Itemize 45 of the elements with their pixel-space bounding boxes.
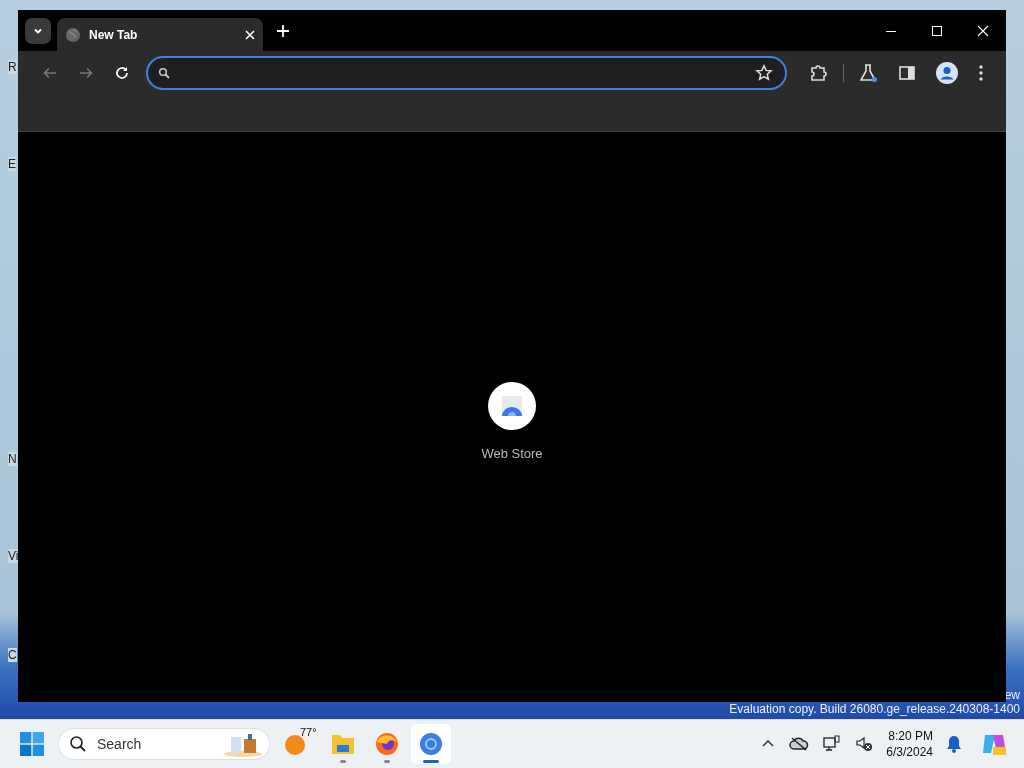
desktop-icon-label[interactable]: N <box>8 452 17 466</box>
speaker-muted-icon[interactable] <box>855 735 874 753</box>
browser-tab[interactable]: New Tab <box>57 18 263 51</box>
star-icon[interactable] <box>755 64 773 82</box>
flask-icon[interactable] <box>858 63 878 83</box>
globe-icon <box>65 26 81 43</box>
gift-boxes-drawing <box>223 731 263 757</box>
browser-circle-icon <box>418 732 443 756</box>
bell-icon[interactable] <box>946 735 962 753</box>
folder-icon <box>330 733 355 755</box>
search-icon <box>69 735 87 753</box>
cloud-off-icon[interactable] <box>789 736 810 752</box>
watermark-text: Evaluation copy. Build 26080.ge_release.240308-1400 <box>729 702 1020 716</box>
profile-avatar-icon[interactable] <box>936 62 958 84</box>
shortcut-tile[interactable] <box>488 381 536 430</box>
shortcut-label: Web Store <box>481 445 543 461</box>
temperature-text: 77° <box>300 726 317 738</box>
taskbar-app-button[interactable] <box>410 724 451 764</box>
desktop-icon-label[interactable]: E <box>8 157 16 171</box>
more-menu-icon[interactable] <box>978 64 984 82</box>
search-icon <box>158 67 170 79</box>
reload-icon[interactable] <box>114 65 130 81</box>
date-text: 6/3/2024 <box>886 744 933 760</box>
clock[interactable]: 8:20 PM 6/3/2024 <box>886 728 933 760</box>
forward-arrow-icon[interactable] <box>78 65 94 81</box>
desktop-icon-label[interactable]: R <box>8 60 17 74</box>
close-tab-icon[interactable] <box>245 29 255 40</box>
new-tab-icon[interactable] <box>277 24 289 37</box>
maximize-icon[interactable] <box>931 24 943 37</box>
weather-widget[interactable]: 77° <box>284 726 319 762</box>
taskbar-search-field[interactable]: Search <box>58 728 270 760</box>
puzzle-piece-icon[interactable] <box>809 63 829 83</box>
address-bar[interactable] <box>146 56 787 90</box>
windows-start-icon[interactable] <box>20 732 44 756</box>
monitor-icon[interactable] <box>823 735 842 753</box>
tab-title: New Tab <box>89 27 139 42</box>
side-panel-icon[interactable] <box>898 64 916 82</box>
back-arrow-icon[interactable] <box>42 65 58 81</box>
close-icon[interactable] <box>977 24 989 37</box>
desktop-icon-label[interactable]: C <box>8 648 17 662</box>
time-text: 8:20 PM <box>888 728 933 744</box>
web-store-icon <box>500 394 524 417</box>
desktop-icon-label[interactable]: Vi <box>8 549 19 563</box>
tab-search-button[interactable] <box>25 17 51 44</box>
fox-globe-icon <box>374 732 399 756</box>
